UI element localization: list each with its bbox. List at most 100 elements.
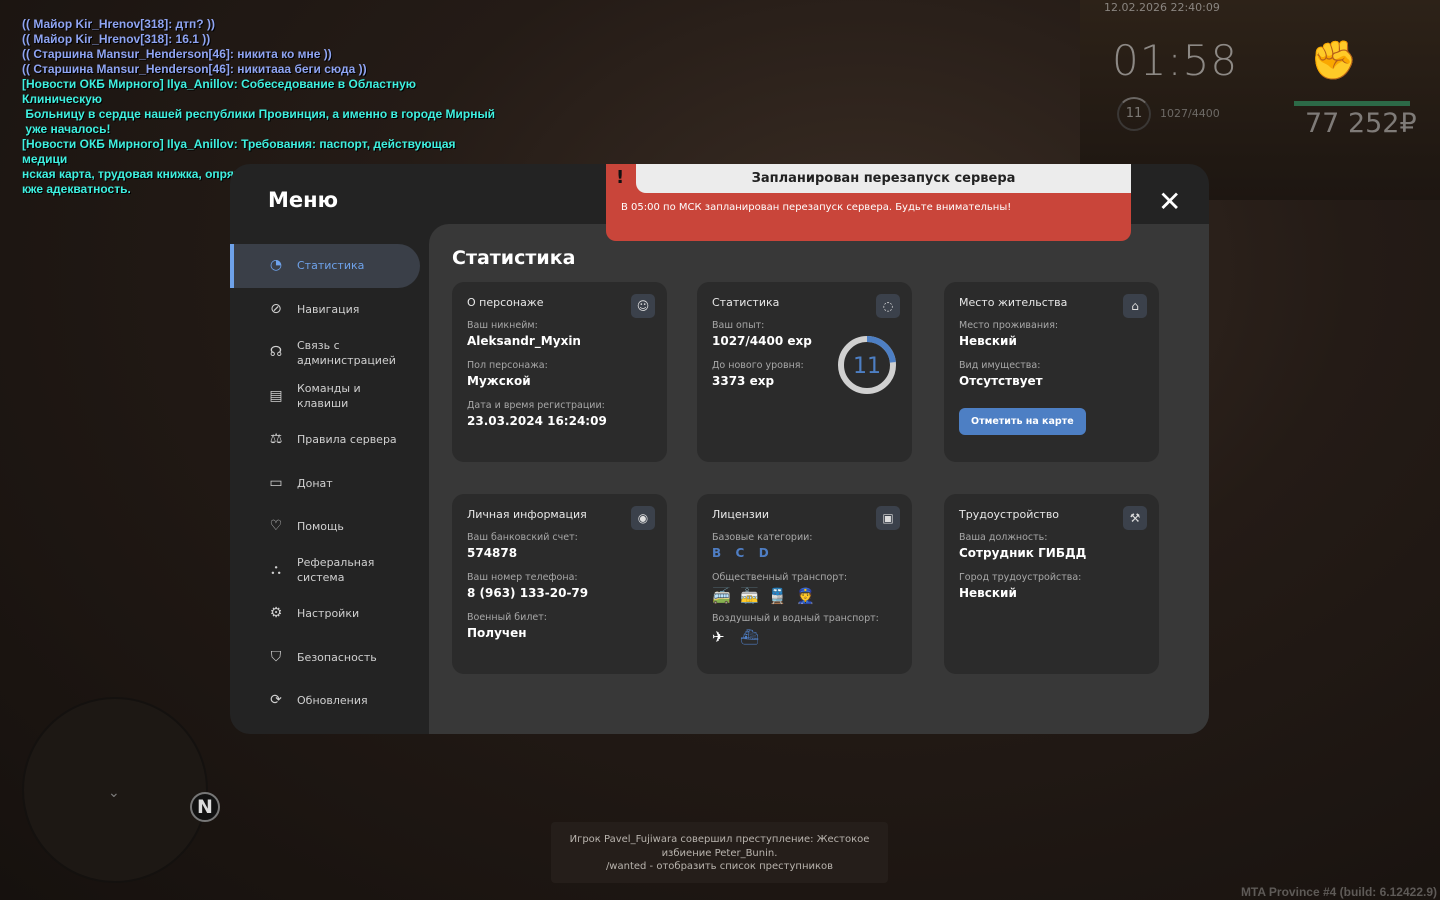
sidebar-item-7[interactable]: ⛬ Реферальная система — [230, 549, 429, 593]
personal-icon: ◉ — [631, 506, 655, 530]
card-title: Трудоустройство — [959, 508, 1060, 521]
sex: Мужской — [467, 374, 531, 388]
server-restart-notification: ! Запланирован перезапуск сервера В 05:0… — [606, 164, 1131, 241]
sidebar-item-4[interactable]: ⚖ Правила сервера — [230, 418, 429, 462]
sidebar: ◔ Статистика ⊘ Навигация ☊ Связь с администра… — [230, 244, 429, 723]
label: Общественный транспорт: — [712, 572, 848, 583]
chat-line: (( Майор Kir_Hrenov[318]: 16.1 )) — [22, 32, 211, 46]
sidebar-item-label: Реферальная система — [297, 556, 375, 585]
residence: Невский — [959, 334, 1017, 348]
air-water-icons: ✈ ⛴ — [712, 627, 897, 646]
card-stats: Статистика ◌ Ваш опыт: 1027/4400 exp До … — [697, 282, 912, 462]
job-position: Сотрудник ГИБДД — [959, 546, 1087, 560]
nav-icon: ⚖ — [269, 431, 283, 448]
sidebar-item-3[interactable]: ▤ Команды и клавиши — [230, 375, 429, 419]
sidebar-item-label: Связь с администрацией — [297, 338, 396, 367]
sidebar-item-label: Помощь — [297, 520, 344, 534]
sidebar-item-label: Статистика — [297, 259, 365, 273]
tram-icon: 🚋 — [740, 587, 759, 605]
level-donut: 11 — [838, 336, 896, 394]
plane-icon: ✈ — [712, 628, 725, 646]
sidebar-item-10[interactable]: ⟳ Обновления — [230, 679, 429, 723]
card-title: О персонаже — [467, 296, 544, 309]
chat-line: Больницу в сердце нашей республики Прови… — [22, 107, 496, 121]
label: Место проживания: — [959, 320, 1059, 331]
nickname: Aleksandr_Myxin — [467, 334, 581, 348]
military-id: Получен — [467, 626, 527, 640]
phone: 8 (963) 133-20-79 — [467, 586, 589, 600]
label: Дата и время регистрации: — [467, 400, 605, 411]
card-job: Трудоустройство ⚒ Ваша должность: Сотруд… — [944, 494, 1159, 674]
sidebar-item-label: Команды и клавиши — [297, 382, 361, 411]
hud-level: 11 — [1117, 97, 1151, 131]
label: Вид имущества: — [959, 360, 1041, 371]
level-number: 11 — [853, 354, 881, 379]
close-button[interactable]: ✕ — [1158, 188, 1181, 216]
hud-exp: 1027/4400 — [1160, 107, 1220, 120]
gauge-icon: ◌ — [876, 294, 900, 318]
crime-notice: Игрок Pavel_Fujiwara совершил преступлен… — [551, 822, 888, 883]
nav-icon: ⊘ — [270, 300, 282, 317]
crime-line: Игрок Pavel_Fujiwara совершил преступлен… — [569, 834, 870, 845]
card-residence: Место жительства ⌂ Место проживания: Нев… — [944, 282, 1159, 462]
build-info: MTA Province #4 (build: 6.12422.9) — [1240, 885, 1437, 899]
category-c: C — [735, 546, 747, 560]
label: Ваш никнейм: — [467, 320, 538, 331]
nav-icon: ⟳ — [270, 692, 282, 709]
card-licenses: Лицензии ▣ Базовые категории: B C D Обще… — [697, 494, 912, 674]
chat-line: (( Старшина Mansur_Henderson[46]: никита… — [22, 62, 367, 76]
chat-line: (( Майор Kir_Hrenov[318]: дтп? )) — [22, 17, 215, 31]
sidebar-item-8[interactable]: ⚙ Настройки — [230, 592, 429, 636]
card-title: Личная информация — [467, 508, 587, 521]
nav-icon: ▤ — [269, 387, 283, 404]
sidebar-item-label: Донат — [297, 476, 333, 490]
sidebar-item-0[interactable]: ◔ Статистика — [230, 244, 420, 288]
mark-on-map-button[interactable]: Отметить на карте — [959, 408, 1086, 435]
hud-time: 01:58 — [1112, 36, 1239, 85]
nav-icon: ▭ — [269, 474, 283, 491]
nav-icon: ⛬ — [271, 561, 281, 578]
crime-line: /wanted - отобразить список преступников — [605, 861, 834, 872]
card-personal: Личная информация ◉ Ваш банковский счет:… — [452, 494, 667, 674]
sidebar-item-6[interactable]: ♡ Помощь — [230, 505, 429, 549]
job-city: Невский — [959, 586, 1017, 600]
public-transport-icons: 🚎 🚋 🚆 👮 — [712, 586, 897, 605]
registration-date: 23.03.2024 16:24:09 — [467, 414, 607, 428]
label: Ваша должность: — [959, 532, 1048, 543]
label: Военный билет: — [467, 612, 547, 623]
nav-icon: ◔ — [269, 257, 283, 274]
label: Воздушный и водный транспорт: — [712, 613, 879, 624]
label: Ваш опыт: — [712, 320, 765, 331]
crime-line: избиение Peter_Bunin. — [661, 847, 778, 859]
label: Ваш номер телефона: — [467, 572, 578, 583]
category-b: B — [712, 546, 724, 560]
compass-north: N — [190, 792, 220, 822]
notification-message: В 05:00 по МСК запланирован перезапуск с… — [621, 202, 1012, 213]
sidebar-item-label: Правила сервера — [297, 433, 397, 447]
chat-line: (( Старшина Mansur_Henderson[46]: никита… — [22, 47, 332, 61]
notification-title: Запланирован перезапуск сервера — [636, 164, 1131, 193]
house-icon: ⌂ — [1123, 294, 1147, 318]
nav-icon: ⚙ — [269, 605, 283, 622]
label: Ваш банковский счет: — [467, 532, 578, 543]
user-icon: ☺ — [631, 294, 655, 318]
chat-line: [Новости ОКБ Мирного] Ilya_Anillov: Собе… — [22, 77, 416, 106]
sidebar-item-1[interactable]: ⊘ Навигация — [230, 288, 429, 332]
tools-icon: ⚒ — [1123, 506, 1147, 530]
sidebar-item-label: Настройки — [297, 607, 360, 621]
trolleybus-icon: 🚎 — [712, 587, 731, 605]
player-arrow-icon: ⌄ — [108, 785, 120, 801]
sidebar-item-2[interactable]: ☊ Связь с администрацией — [230, 331, 429, 375]
base-categories: B C D — [712, 546, 897, 560]
chat-line: [Новости ОКБ Мирного] Ilya_Anillov: Треб… — [22, 137, 456, 166]
sidebar-item-9[interactable]: ⛉ Безопасность — [230, 636, 429, 680]
sidebar-item-label: Безопасность — [297, 650, 377, 664]
sidebar-item-label: Навигация — [297, 302, 360, 316]
menu-panel: Меню ✕ ◔ Статистика ⊘ Навигация ☊ Связь с адм… — [230, 164, 1209, 734]
sidebar-item-5[interactable]: ▭ Донат — [230, 462, 429, 506]
sidebar-item-label: Обновления — [297, 694, 368, 708]
nav-icon: ♡ — [269, 518, 283, 535]
property: Отсутствует — [959, 374, 1043, 388]
bank-account: 574878 — [467, 546, 518, 560]
card-title: Лицензии — [712, 508, 770, 521]
